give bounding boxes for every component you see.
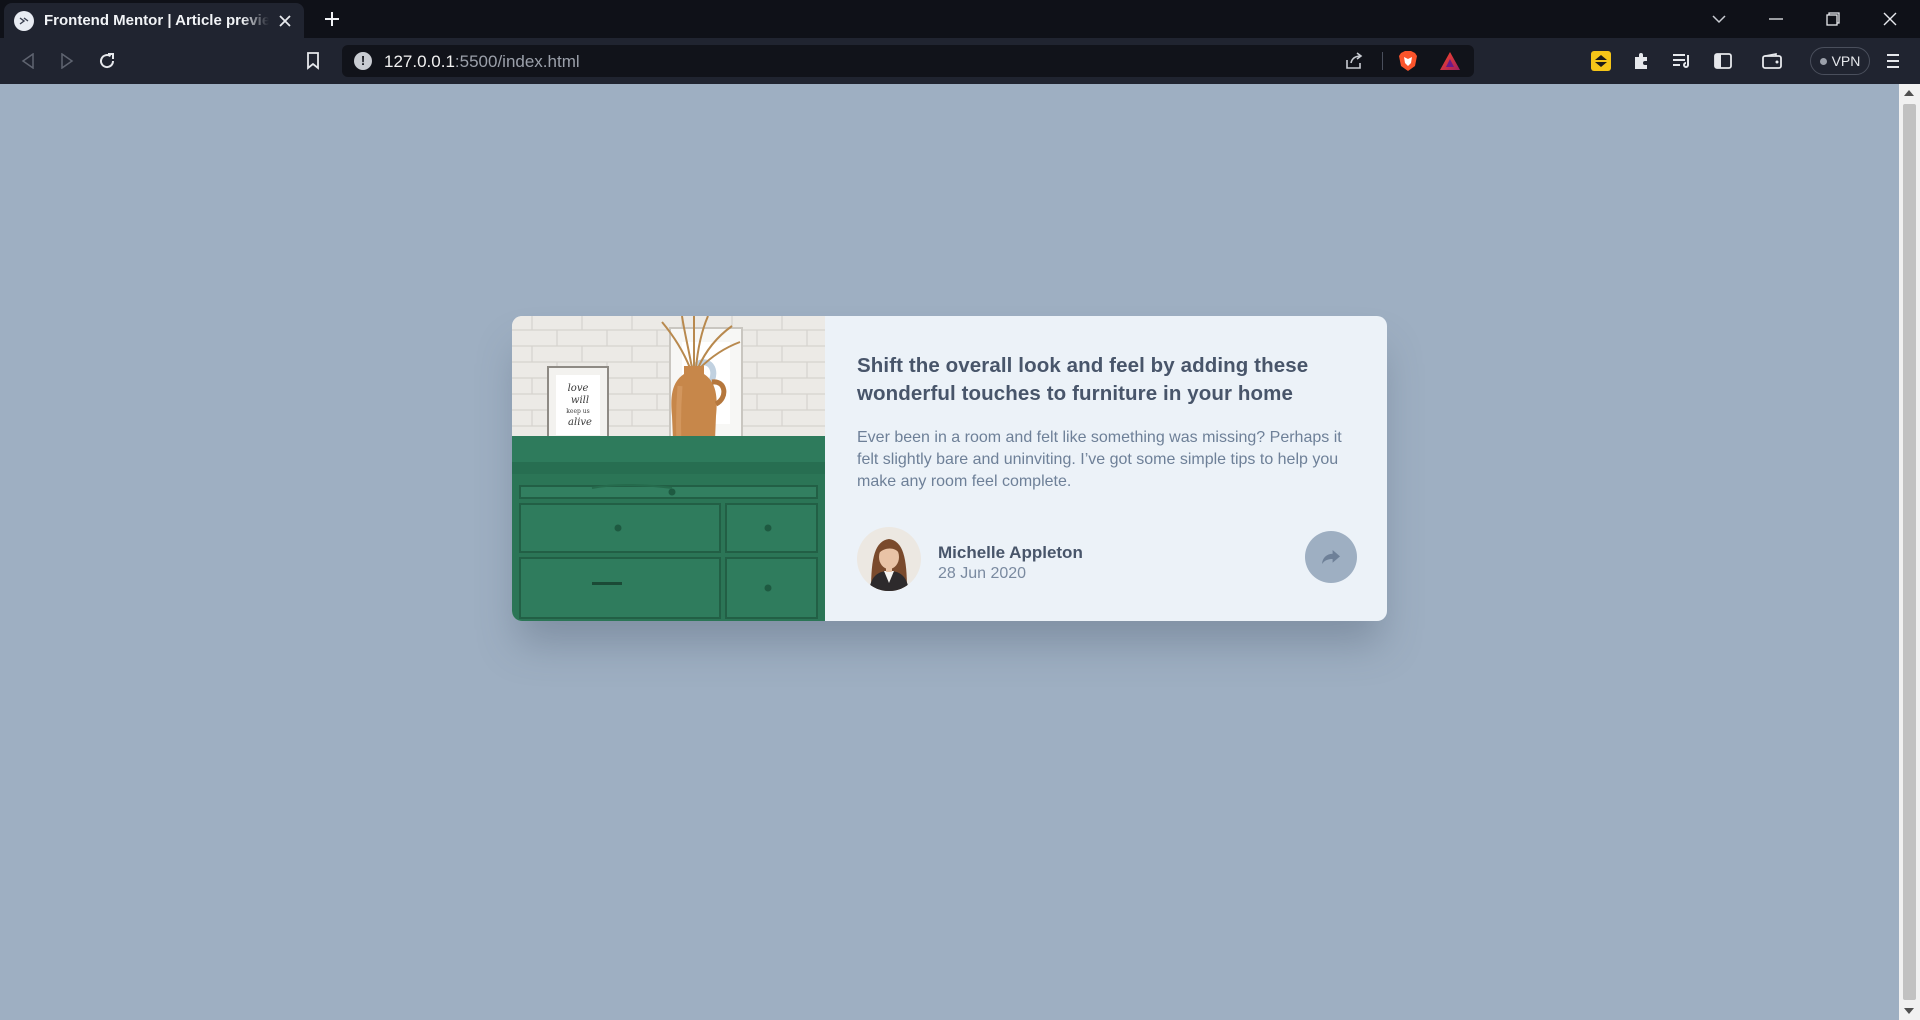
tab-search-chevron-down-icon[interactable]: [1696, 4, 1742, 34]
tab-close-icon[interactable]: [277, 12, 294, 30]
sidebar-toggle-icon[interactable]: [1709, 48, 1737, 74]
browser-titlebar: Frontend Mentor | Article preview compon…: [0, 0, 1920, 38]
tab-title: Frontend Mentor | Article preview compon…: [44, 12, 269, 29]
svg-text:keep us: keep us: [566, 408, 589, 415]
scrollbar-thumb[interactable]: [1903, 104, 1916, 1000]
forward-arrow-icon[interactable]: [53, 48, 81, 74]
brave-shields-icon[interactable]: [1395, 49, 1421, 73]
new-tab-plus-icon[interactable]: [318, 7, 346, 31]
article-date: 28 Jun 2020: [938, 565, 1027, 582]
share-button[interactable]: [1305, 531, 1357, 583]
url-text[interactable]: 127.0.0.1:5500/index.html: [384, 52, 580, 72]
restore-window-icon[interactable]: [1810, 4, 1856, 34]
page-scrollbar[interactable]: [1899, 84, 1920, 1020]
extension-yellow-icon[interactable]: [1587, 48, 1615, 74]
author-avatar: [857, 527, 921, 591]
article-title: Shift the overall look and feel by addin…: [857, 354, 1309, 405]
media-playlist-icon[interactable]: [1668, 48, 1696, 74]
info-icon[interactable]: !: [354, 52, 372, 70]
address-bar[interactable]: ! 127.0.0.1:5500/index.html: [342, 45, 1474, 77]
url-separator: [1382, 52, 1383, 70]
extensions-puzzle-icon[interactable]: [1627, 48, 1655, 74]
frame-lettering: love: [568, 383, 589, 394]
vpn-label: VPN: [1831, 53, 1861, 69]
close-window-icon[interactable]: [1867, 4, 1913, 34]
article-drawers-image: love will keep us alive: [512, 316, 825, 621]
article-description: Ever been in a room and felt like someth…: [857, 429, 1342, 490]
scroll-up-arrow-icon[interactable]: [1904, 90, 1914, 96]
article-footer: Michelle Appleton 28 Jun 2020: [857, 527, 1357, 591]
url-host: 127.0.0.1: [384, 52, 455, 71]
scroll-down-arrow-icon[interactable]: [1904, 1008, 1914, 1014]
frontend-mentor-favicon-icon: [14, 10, 34, 31]
vpn-status-dot: [1819, 57, 1827, 65]
brave-rewards-icon[interactable]: [1437, 49, 1463, 73]
wallet-icon[interactable]: [1758, 48, 1786, 74]
url-path: :5500/index.html: [454, 52, 580, 71]
author-name: Michelle Appleton: [938, 543, 1083, 562]
browser-toolbar: ! 127.0.0.1:5500/index.html VPN: [0, 38, 1920, 84]
svg-text:alive: alive: [568, 417, 592, 428]
minimize-window-icon[interactable]: [1753, 4, 1799, 34]
article-preview-card: love will keep us alive Shift the overal…: [512, 316, 1387, 621]
bookmark-icon[interactable]: [299, 48, 327, 74]
back-arrow-icon[interactable]: [14, 48, 42, 74]
vpn-button[interactable]: VPN: [1810, 47, 1870, 75]
browser-tab-active[interactable]: Frontend Mentor | Article preview compon…: [4, 3, 304, 38]
reload-icon[interactable]: [93, 48, 121, 74]
share-arrow-icon: [1322, 549, 1340, 564]
svg-text:will: will: [571, 395, 589, 406]
article-content: Shift the overall look and feel by addin…: [857, 352, 1357, 493]
share-page-icon[interactable]: [1341, 49, 1367, 73]
menu-hamburger-icon[interactable]: [1879, 48, 1907, 74]
